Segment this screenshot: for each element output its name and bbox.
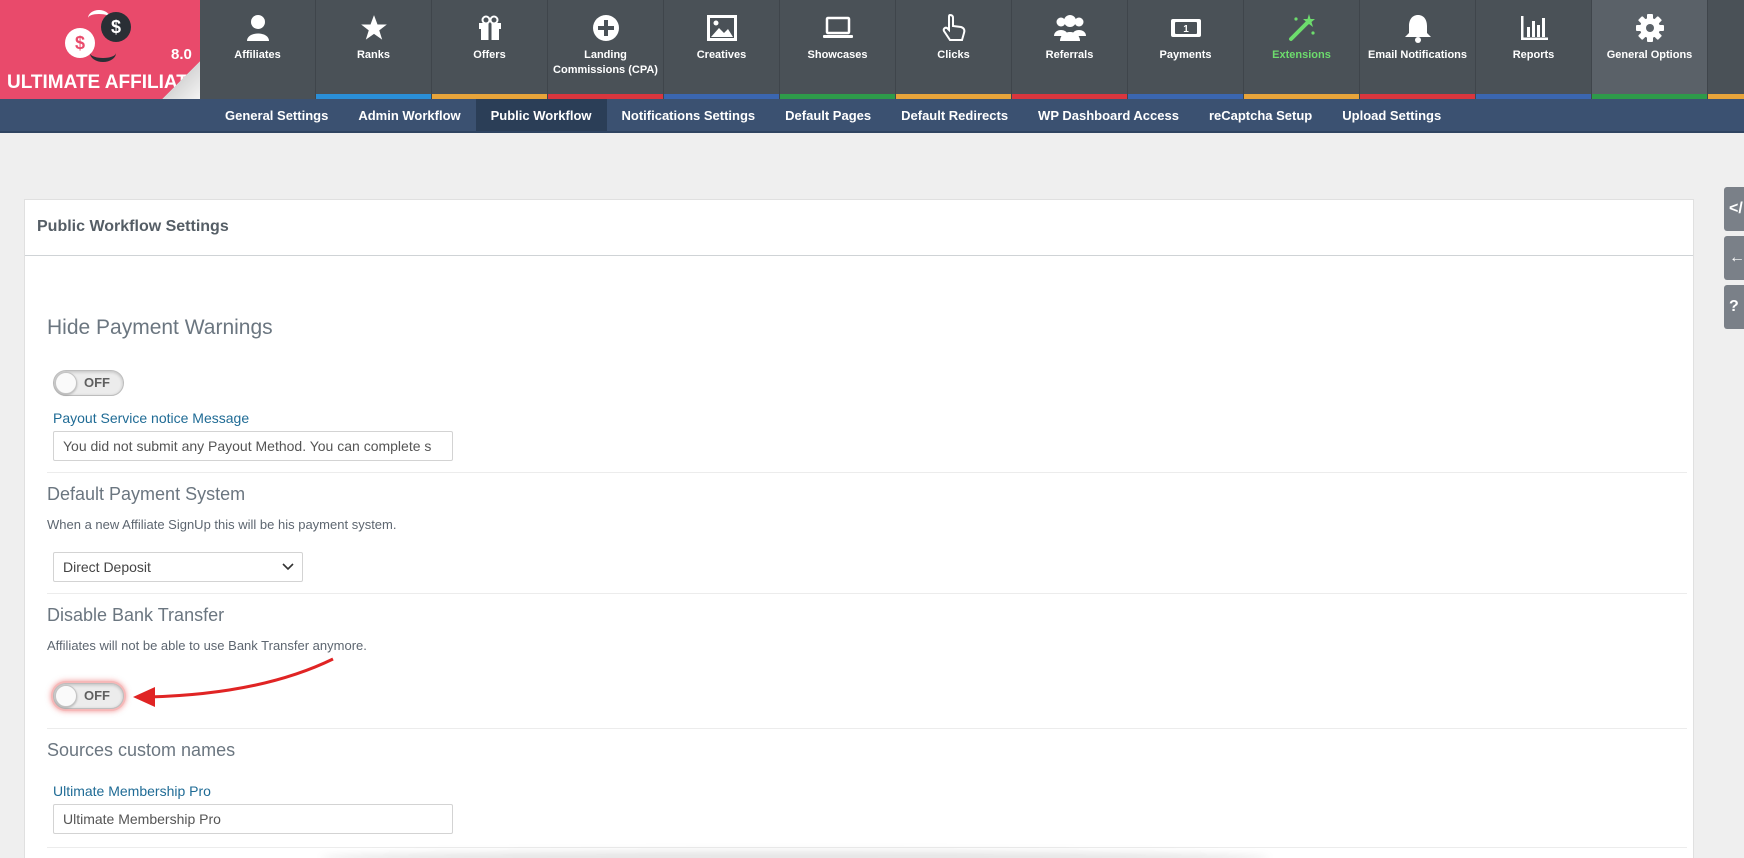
nav-item-reports[interactable]: Reports [1476, 0, 1592, 99]
subnav-tab-public-workflow[interactable]: Public Workflow [475, 99, 607, 131]
subnav-tab-general-settings[interactable]: General Settings [210, 99, 343, 131]
hide-payment-warnings-section: Hide Payment Warnings [47, 316, 1687, 340]
subnav-tab-recaptcha-setup[interactable]: reCaptcha Setup [1194, 99, 1327, 131]
logo-page-curl [162, 61, 200, 99]
nav-item-label: Offers [473, 49, 506, 61]
settings-subnav: General Settings Admin Workflow Public Wor… [0, 99, 1744, 133]
default-payment-desc: When a new Affiliate SignUp this will be… [47, 517, 397, 532]
back-tab-icon[interactable]: ← [1724, 236, 1744, 280]
settings-panel: Public Workflow Settings Hide Payment Wa… [24, 199, 1694, 858]
user-icon [200, 14, 315, 42]
divider [47, 593, 1687, 594]
payout-notice-input[interactable]: You did not submit any Payout Method. Yo… [53, 431, 453, 461]
nav-item-general-options[interactable]: General Options [1592, 0, 1708, 99]
code-tab-icon[interactable]: </ [1724, 187, 1744, 231]
scroll-shadow [320, 851, 1270, 858]
disable-bank-title: Disable Bank Transfer [47, 605, 225, 625]
pointer-icon [896, 13, 1011, 42]
plugin-logo[interactable]: $ $ 8.0 ULTIMATE AFFILIATE [0, 0, 200, 99]
bell-icon [1360, 14, 1475, 43]
toggle-state: OFF [84, 375, 110, 390]
sources-section: Sources custom names [47, 740, 1687, 761]
nav-item-clicks[interactable]: Clicks [896, 0, 1012, 99]
toggle-knob [55, 372, 77, 394]
subnav-tab-notifications-settings[interactable]: Notifications Settings [607, 99, 771, 131]
disable-bank-toggle-wrap: OFF [53, 683, 1693, 709]
nav-item-referrals[interactable]: Referrals [1012, 0, 1128, 99]
sources-input[interactable]: Ultimate Membership Pro [53, 804, 453, 834]
chevron-down-icon [282, 553, 294, 590]
nav-item-creatives[interactable]: Creatives [664, 0, 780, 99]
sources-label: Ultimate Membership Pro [53, 783, 211, 799]
star-icon [316, 14, 431, 42]
top-navigation: $ $ 8.0 ULTIMATE AFFILIATE Affiliates Ran… [0, 0, 1744, 99]
subnav-tab-wp-dashboard-access[interactable]: WP Dashboard Access [1023, 99, 1194, 131]
nav-item-label: Creatives [696, 49, 747, 61]
image-icon [664, 14, 779, 42]
sources-title: Sources custom names [47, 740, 236, 760]
nav-item-payments[interactable]: 1 Payments [1128, 0, 1244, 99]
nav-item-label: Extensions [1272, 49, 1331, 61]
nav-item-label: Landing Commissions (CPA) [553, 49, 658, 76]
disable-bank-section: Disable Bank Transfer Affiliates will no… [47, 605, 1687, 653]
hide-payment-warnings-title: Hide Payment Warnings [47, 316, 273, 339]
help-tab-icon[interactable]: ? [1724, 285, 1744, 329]
gear-icon [1592, 14, 1707, 42]
subnav-tab-upload-settings[interactable]: Upload Settings [1327, 99, 1456, 131]
payout-notice-field: Payout Service notice Message You did no… [53, 410, 1693, 461]
divider [47, 847, 1687, 848]
nav-item-ranks[interactable]: Ranks [316, 0, 432, 99]
nav-item-label: Payments [1159, 49, 1212, 61]
nav-item-affiliates[interactable]: Affiliates [200, 0, 316, 99]
nav-item-label: Reports [1512, 49, 1555, 61]
code-tab-label: </ [1729, 200, 1743, 217]
nav-item-offers[interactable]: Offers [432, 0, 548, 99]
subnav-tab-default-redirects[interactable]: Default Redirects [886, 99, 1023, 131]
disable-bank-transfer-toggle[interactable]: OFF [53, 683, 124, 709]
logo-coin-right: $ [101, 12, 131, 42]
default-payment-section: Default Payment System When a new Affili… [47, 484, 1687, 532]
disable-bank-desc: Affiliates will not be able to use Bank … [47, 638, 367, 653]
default-payment-select[interactable]: Direct Deposit [53, 552, 303, 582]
toggle-state: OFF [84, 688, 110, 703]
svg-text:1: 1 [1183, 24, 1189, 35]
sources-field: Ultimate Membership Pro Ultimate Members… [53, 783, 1693, 834]
subnav-tab-default-pages[interactable]: Default Pages [770, 99, 886, 131]
laptop-icon [780, 14, 895, 42]
nav-item-landing-commissions-cpa[interactable]: Landing Commissions (CPA) [548, 0, 664, 99]
gift-icon [432, 14, 547, 42]
nav-item-label: Clicks [937, 49, 970, 61]
toggle-knob [55, 685, 77, 707]
main-menu: Affiliates Ranks Offers Landing Commissions… [200, 0, 1708, 99]
nav-item-label: Email Notifications [1367, 49, 1468, 61]
magic-wand-icon [1244, 14, 1359, 42]
divider [47, 728, 1687, 729]
plus-circle-icon [548, 14, 663, 42]
nav-item-label: General Options [1606, 49, 1693, 61]
nav-item-label: Showcases [807, 49, 868, 61]
nav-item-label: Referrals [1045, 49, 1094, 61]
help-tab-label: ? [1729, 298, 1739, 315]
panel-title: Public Workflow Settings [25, 200, 1693, 256]
hide-payment-toggle-wrap: OFF [53, 370, 1693, 396]
bar-chart-icon [1476, 14, 1591, 42]
subnav-tab-admin-workflow[interactable]: Admin Workflow [343, 99, 475, 131]
divider [47, 472, 1687, 473]
users-icon [1012, 14, 1127, 42]
nav-filler [1708, 0, 1744, 99]
nav-item-label: Affiliates [234, 49, 281, 61]
default-payment-select-wrap: Direct Deposit [53, 552, 1693, 582]
logo-arrow-bottom [90, 44, 116, 62]
default-payment-title: Default Payment System [47, 484, 246, 504]
nav-item-email-notifications[interactable]: Email Notifications [1360, 0, 1476, 99]
nav-item-label: Ranks [356, 49, 391, 61]
nav-item-showcases[interactable]: Showcases [780, 0, 896, 99]
back-tab-label: ← [1729, 249, 1744, 266]
hide-payment-warnings-toggle[interactable]: OFF [53, 370, 124, 396]
default-payment-selected: Direct Deposit [63, 559, 151, 575]
nav-item-extensions[interactable]: Extensions [1244, 0, 1360, 99]
money-icon: 1 [1128, 14, 1243, 42]
payout-notice-label: Payout Service notice Message [53, 410, 250, 426]
